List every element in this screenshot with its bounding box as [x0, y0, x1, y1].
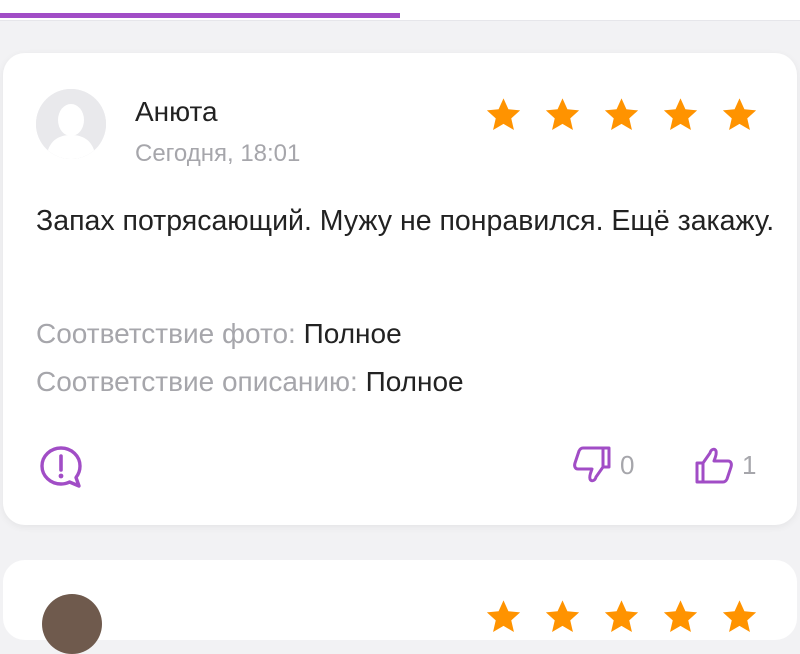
exclamation-bubble-icon — [40, 446, 82, 488]
top-tab-bar — [0, 0, 800, 21]
attribute-label: Соответствие фото: — [36, 318, 296, 349]
attribute-value: Полное — [365, 366, 464, 397]
star-icon — [722, 600, 757, 633]
dislike-button[interactable]: 0 — [570, 445, 634, 485]
star-icon — [604, 600, 639, 633]
rating-stars — [484, 96, 759, 136]
star-icon — [722, 98, 757, 131]
star-icon — [486, 98, 521, 131]
attribute-description-match: Соответствие описанию: Полное — [36, 366, 464, 398]
next-user-avatar[interactable] — [42, 594, 102, 654]
review-text: Запах потрясающий. Мужу не понравился. Е… — [36, 205, 775, 237]
like-button[interactable]: 1 — [692, 445, 756, 485]
star-icon — [663, 600, 698, 633]
star-icon — [663, 98, 698, 131]
review-date: Сегодня, 18:01 — [135, 140, 301, 167]
star-icon — [604, 98, 639, 131]
attribute-photo-match: Соответствие фото: Полное — [36, 318, 402, 350]
attribute-label: Соответствие описанию: — [36, 366, 358, 397]
attribute-value: Полное — [303, 318, 402, 349]
thumbs-down-icon — [573, 446, 611, 483]
active-tab-indicator — [0, 13, 400, 18]
like-count: 1 — [742, 449, 757, 480]
star-icon — [545, 600, 580, 633]
next-rating-stars — [484, 598, 759, 636]
report-button[interactable] — [37, 443, 85, 491]
star-icon — [486, 600, 521, 633]
user-avatar[interactable] — [36, 89, 106, 159]
star-icon — [545, 98, 580, 131]
thumbs-up-icon — [695, 447, 733, 484]
user-placeholder-icon — [36, 89, 106, 159]
dislike-count: 0 — [620, 449, 635, 480]
review-author: Анюта — [135, 96, 218, 127]
